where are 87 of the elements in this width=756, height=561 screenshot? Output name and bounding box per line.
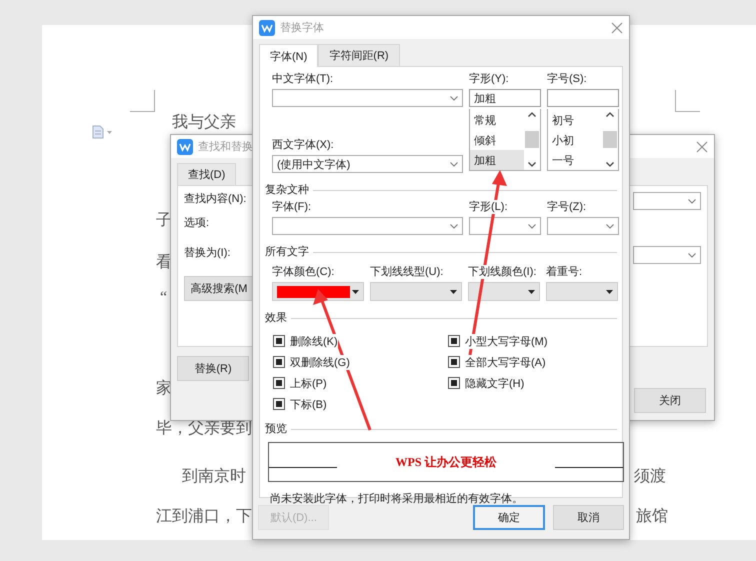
tab[interactable]: 字体(N) <box>259 44 318 67</box>
dropdown-field[interactable] <box>272 217 463 235</box>
list-item[interactable]: 一号 <box>548 150 602 170</box>
ok-button[interactable]: 确定 <box>473 505 545 530</box>
checkbox-label: 双删除线(G) <box>290 354 350 370</box>
color-dropdown[interactable] <box>272 282 364 301</box>
dropdown-field[interactable]: (使用中文字体) <box>272 155 463 173</box>
list-item[interactable]: 初号 <box>548 111 602 131</box>
chevron-up-icon <box>528 112 536 117</box>
document-text: 江到浦口，下 <box>156 508 252 526</box>
chevron-down-icon <box>688 198 696 204</box>
checkbox-label: 下标(B) <box>290 396 327 412</box>
advanced-search-button[interactable]: 高级搜索(M <box>184 276 254 301</box>
chevron-down-icon <box>606 162 614 167</box>
checkbox[interactable] <box>448 377 460 389</box>
caret-icon <box>107 130 112 134</box>
replace-button[interactable]: 替换(R) <box>177 356 249 381</box>
dropdown-field[interactable] <box>272 89 463 107</box>
preview-sample-text: WPS 让办公更轻松 <box>395 454 496 470</box>
list-item[interactable]: 常规 <box>470 111 524 131</box>
checkbox-label: 小型大写字母(M) <box>465 334 548 348</box>
document-text: 毕，父亲要到 <box>156 420 252 438</box>
checkbox-label: 隐藏文字(H) <box>465 376 524 390</box>
dropdown-field[interactable] <box>633 192 701 210</box>
chevron-down-icon <box>528 224 536 228</box>
scrollbar-thumb[interactable] <box>525 131 539 148</box>
list-item[interactable]: 倾斜 <box>470 130 524 150</box>
section-title: 效果 <box>265 311 287 325</box>
dropdown-field[interactable] <box>633 246 701 264</box>
document-text: 到南京时 <box>182 468 246 486</box>
checkbox-label: 上标(P) <box>290 376 327 390</box>
chevron-down-icon <box>450 224 458 228</box>
triangle-down-icon <box>528 290 535 294</box>
dropdown-field[interactable] <box>546 282 618 301</box>
checkbox[interactable] <box>448 356 460 368</box>
dropdown-field[interactable] <box>469 217 541 235</box>
list-item[interactable]: 加粗 <box>470 150 524 170</box>
tab[interactable]: 查找(D) <box>177 163 236 185</box>
field-label: 选项: <box>184 216 210 231</box>
window-title: 替换字体 <box>280 20 324 35</box>
list-item[interactable]: 小初 <box>548 130 602 150</box>
chevron-down-icon <box>450 162 458 166</box>
margin-corner-mark <box>675 90 700 112</box>
document-text: 看 <box>156 254 172 272</box>
close-icon <box>696 140 708 152</box>
scrollbar-thumb[interactable] <box>603 131 617 148</box>
document-text: 家 <box>156 380 172 398</box>
field-label: 查找内容(N): <box>184 192 248 207</box>
checkbox[interactable] <box>448 335 460 347</box>
close-icon <box>611 22 623 34</box>
margin-corner-mark <box>130 90 155 112</box>
checkbox[interactable] <box>273 377 285 389</box>
chevron-down-icon <box>688 252 696 258</box>
chevron-down-icon <box>450 96 458 100</box>
triangle-down-icon <box>352 290 359 294</box>
tab[interactable]: 字符间距(R) <box>318 44 400 66</box>
checkbox-label: 全部大写字母(A) <box>465 354 546 370</box>
section-title: 预览 <box>265 422 287 436</box>
checkbox[interactable] <box>273 356 285 368</box>
document-text: 须渡 <box>634 468 666 486</box>
chevron-up-icon <box>606 112 614 117</box>
text-field[interactable] <box>547 89 619 107</box>
app-logo-icon <box>177 138 193 154</box>
cancel-button[interactable]: 取消 <box>552 505 624 530</box>
document-text: 子 <box>156 212 172 230</box>
chevron-down-icon <box>528 162 536 167</box>
document-icon <box>92 125 104 139</box>
close-button[interactable]: 关闭 <box>634 388 706 413</box>
checkbox[interactable] <box>273 335 285 347</box>
dropdown-field[interactable] <box>370 282 462 301</box>
document-text: “ <box>160 289 168 307</box>
window-title: 查找和替换 <box>198 140 253 154</box>
dropdown-field[interactable] <box>547 217 619 235</box>
preview-note: 尚未安装此字体，打印时将采用最相近的有效字体。 <box>270 492 524 506</box>
document-text: 旅馆 <box>636 508 668 526</box>
app-logo-icon <box>259 20 275 36</box>
dropdown-field[interactable] <box>468 282 540 301</box>
triangle-down-icon <box>450 290 457 294</box>
triangle-down-icon <box>606 290 613 294</box>
section-title: 复杂文种 <box>265 183 309 197</box>
chevron-down-icon <box>606 224 614 228</box>
section-title: 所有文字 <box>265 245 309 259</box>
text-field[interactable]: 加粗 <box>469 89 541 107</box>
checkbox[interactable] <box>273 398 285 410</box>
document-text: 我与父亲 <box>172 114 236 132</box>
checkbox-label: 删除线(K) <box>290 334 338 348</box>
field-label: 替换为(I): <box>184 246 232 261</box>
